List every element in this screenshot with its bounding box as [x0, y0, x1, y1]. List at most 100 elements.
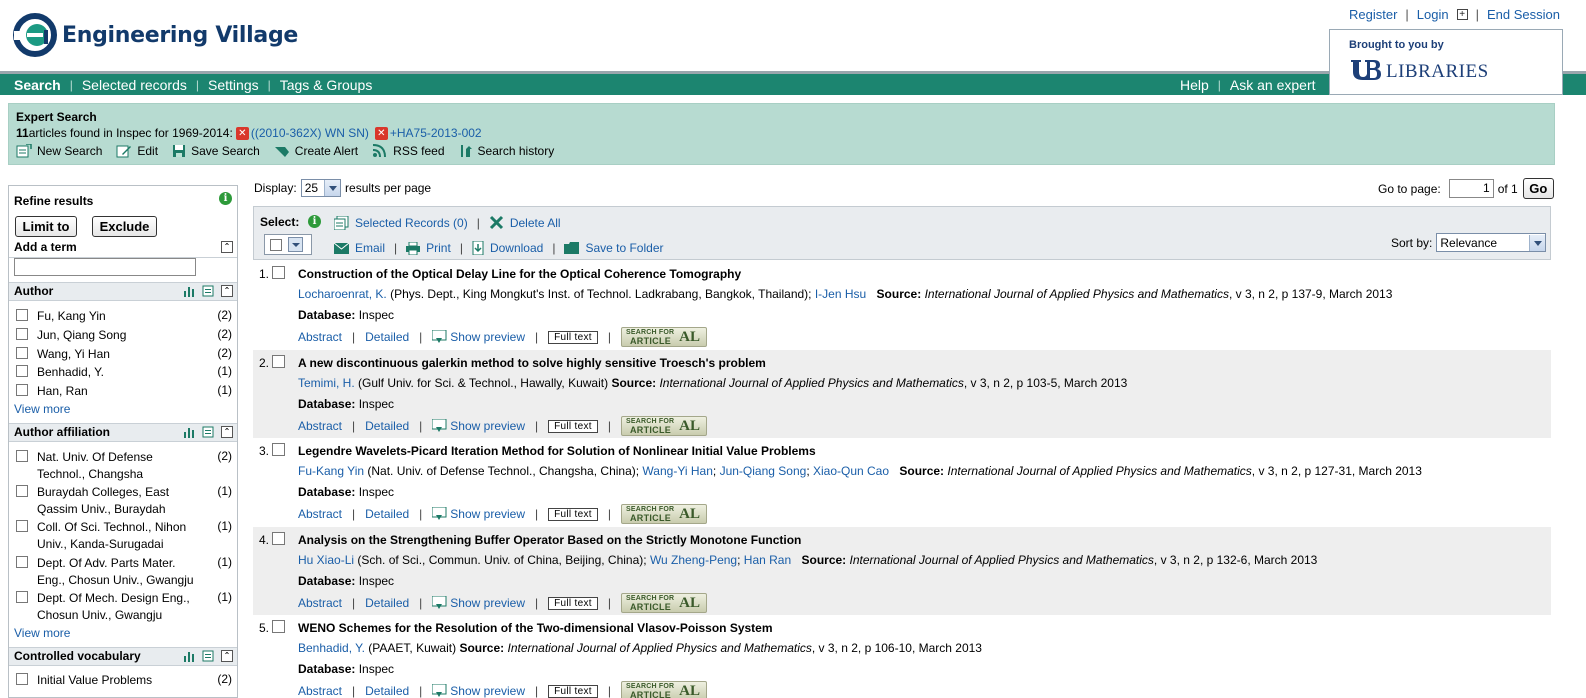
abstract-link[interactable]: Abstract	[298, 419, 342, 433]
print-link[interactable]: Print	[406, 241, 451, 255]
abstract-link[interactable]: Abstract	[298, 507, 342, 521]
record-title[interactable]: A new discontinuous galerkin method to s…	[298, 356, 766, 370]
detailed-link[interactable]: Detailed	[365, 684, 409, 698]
exclude-button[interactable]: Exclude	[92, 216, 157, 237]
nav-search[interactable]: Search	[14, 77, 61, 93]
record-title[interactable]: Analysis on the Strengthening Buffer Ope…	[298, 533, 801, 547]
full-text-button[interactable]: Full text	[548, 419, 598, 433]
collapse-icon[interactable]: ⌃	[221, 426, 233, 438]
author-link[interactable]: Wang-Yi Han	[642, 464, 712, 478]
remove-term-icon[interactable]: ✕	[235, 126, 249, 140]
sort-by-select[interactable]: Relevance	[1436, 233, 1547, 252]
record-checkbox[interactable]	[272, 443, 285, 456]
select-options-dropdown[interactable]	[288, 237, 303, 252]
search-for-article-button[interactable]: SEARCH FOR ARTICLE AL	[620, 327, 707, 347]
limit-to-button[interactable]: Limit to	[15, 216, 77, 237]
show-preview-link[interactable]: Show preview	[432, 684, 525, 698]
end-session-link[interactable]: End Session	[1487, 7, 1560, 22]
edit-button[interactable]: Edit	[116, 144, 158, 158]
export-icon[interactable]	[202, 426, 214, 443]
collapse-icon[interactable]: ⌃	[221, 241, 233, 253]
info-icon[interactable]: i	[308, 215, 321, 228]
add-term-input[interactable]	[14, 258, 196, 276]
full-text-button[interactable]: Full text	[548, 684, 598, 698]
create-alert-button[interactable]: Create Alert	[274, 144, 358, 158]
author-link[interactable]: Benhadid, Y.	[298, 641, 365, 655]
record-title[interactable]: Legendre Wavelets-Picard Iteration Metho…	[298, 444, 816, 458]
facet-checkbox[interactable]	[16, 450, 28, 462]
select-all-control[interactable]	[264, 234, 312, 255]
detailed-link[interactable]: Detailed	[365, 507, 409, 521]
search-term-2[interactable]: +HA75-2013-002	[390, 126, 482, 140]
record-checkbox[interactable]	[272, 266, 285, 279]
facet-checkbox[interactable]	[16, 384, 28, 396]
go-button[interactable]: Go	[1522, 178, 1554, 199]
facet-checkbox[interactable]	[16, 347, 28, 359]
nav-tags-groups[interactable]: Tags & Groups	[280, 77, 373, 93]
author-view-more-link[interactable]: View more	[14, 402, 70, 416]
nav-settings[interactable]: Settings	[208, 77, 259, 93]
facet-checkbox[interactable]	[16, 520, 28, 532]
record-checkbox[interactable]	[272, 620, 285, 633]
author-link[interactable]: Temimi, H.	[298, 376, 355, 390]
facet-checkbox[interactable]	[16, 591, 28, 603]
facet-checkbox[interactable]	[16, 673, 28, 685]
record-checkbox[interactable]	[272, 532, 285, 545]
search-for-article-button[interactable]: SEARCH FOR ARTICLE AL	[620, 416, 707, 436]
author-link[interactable]: Xiao-Qun Cao	[813, 464, 889, 478]
facet-checkbox[interactable]	[16, 365, 28, 377]
library-branding[interactable]: Brought to you by LIBRARIES	[1329, 29, 1563, 95]
full-text-button[interactable]: Full text	[548, 507, 598, 521]
email-link[interactable]: Email	[334, 241, 385, 255]
author-link[interactable]: Hu Xiao-Li	[298, 553, 354, 567]
save-search-button[interactable]: Save Search	[172, 144, 260, 158]
export-icon[interactable]	[202, 285, 214, 302]
export-icon[interactable]	[202, 650, 214, 667]
remove-term-icon[interactable]: ✕	[374, 126, 388, 140]
login-expand-icon[interactable]: +	[1456, 9, 1468, 20]
abstract-link[interactable]: Abstract	[298, 596, 342, 610]
record-title[interactable]: Construction of the Optical Delay Line f…	[298, 267, 741, 281]
show-preview-link[interactable]: Show preview	[432, 330, 525, 344]
search-term-1[interactable]: ((2010-362X) WN SN)	[251, 126, 369, 140]
full-text-button[interactable]: Full text	[548, 330, 598, 344]
delete-all-link[interactable]: Delete All	[489, 215, 561, 230]
collapse-icon[interactable]: ⌃	[221, 285, 233, 297]
login-link[interactable]: Login	[1417, 7, 1449, 22]
engineering-village-logo[interactable]: Engineering Village	[12, 12, 298, 58]
record-checkbox[interactable]	[272, 355, 285, 368]
detailed-link[interactable]: Detailed	[365, 596, 409, 610]
nav-selected-records[interactable]: Selected records	[82, 77, 187, 93]
search-for-article-button[interactable]: SEARCH FOR ARTICLE AL	[620, 504, 707, 524]
author-link[interactable]: Wu Zheng-Peng	[650, 553, 737, 567]
search-history-button[interactable]: Search history	[459, 144, 554, 158]
record-title[interactable]: WENO Schemes for the Resolution of the T…	[298, 621, 773, 635]
facet-checkbox[interactable]	[16, 556, 28, 568]
full-text-button[interactable]: Full text	[548, 596, 598, 610]
rss-feed-button[interactable]: RSS feed	[372, 144, 445, 158]
register-link[interactable]: Register	[1349, 7, 1397, 22]
info-icon[interactable]: i	[219, 192, 232, 205]
author-link[interactable]: Locharoenrat, K.	[298, 287, 387, 301]
search-for-article-button[interactable]: SEARCH FOR ARTICLE AL	[620, 681, 707, 698]
show-preview-link[interactable]: Show preview	[432, 419, 525, 433]
select-all-checkbox[interactable]	[270, 238, 282, 251]
show-preview-link[interactable]: Show preview	[432, 507, 525, 521]
detailed-link[interactable]: Detailed	[365, 419, 409, 433]
facet-checkbox[interactable]	[16, 485, 28, 497]
collapse-icon[interactable]: ⌃	[221, 650, 233, 662]
save-to-folder-link[interactable]: Save to Folder	[564, 241, 664, 255]
abstract-link[interactable]: Abstract	[298, 330, 342, 344]
bar-chart-icon[interactable]	[183, 285, 195, 302]
affiliation-view-more-link[interactable]: View more	[14, 626, 70, 640]
facet-checkbox[interactable]	[16, 328, 28, 340]
nav-help[interactable]: Help	[1180, 77, 1209, 93]
selected-records-link[interactable]: Selected Records (0)	[334, 215, 468, 230]
new-search-button[interactable]: New Search	[16, 144, 102, 158]
nav-ask-expert[interactable]: Ask an expert	[1230, 77, 1316, 93]
page-number-input[interactable]: 1	[1448, 179, 1494, 198]
bar-chart-icon[interactable]	[183, 426, 195, 443]
detailed-link[interactable]: Detailed	[365, 330, 409, 344]
search-for-article-button[interactable]: SEARCH FOR ARTICLE AL	[620, 593, 707, 613]
author-link[interactable]: Jun-Qiang Song	[720, 464, 807, 478]
